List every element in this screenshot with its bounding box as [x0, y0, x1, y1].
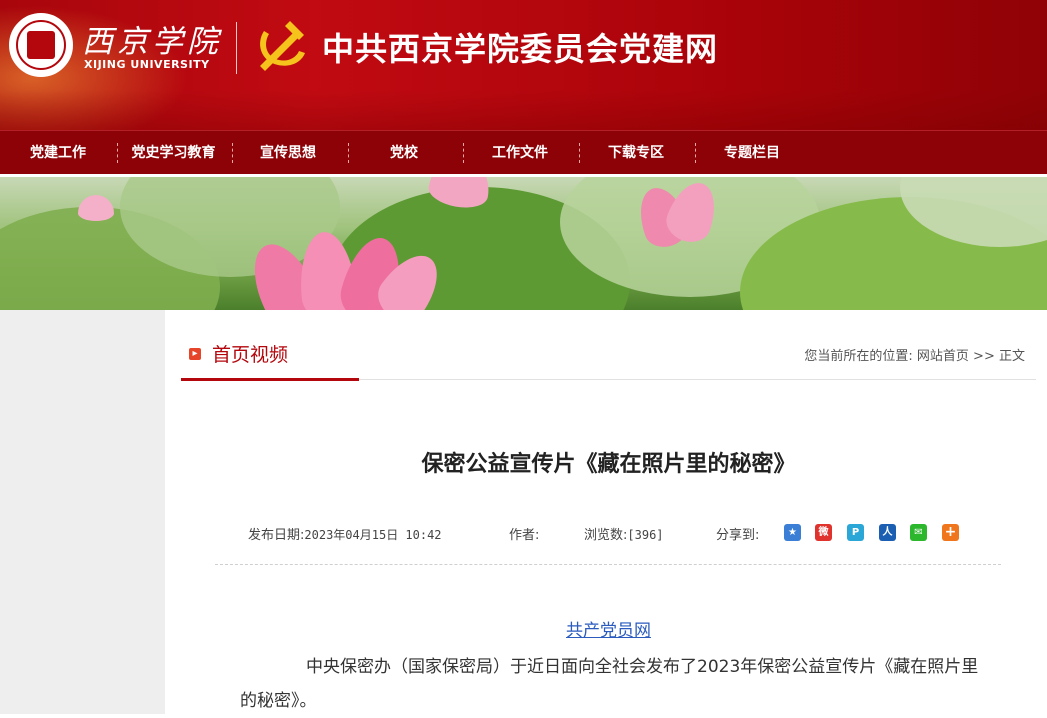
nav-item-party-building[interactable]: 党建工作	[18, 131, 98, 175]
nav-item-party-school[interactable]: 党校	[364, 131, 444, 175]
school-name-cn: 西京学院	[82, 24, 222, 60]
breadcrumb: 您当前所在的位置: 网站首页 >> 正文	[804, 345, 1025, 364]
nav-item-propaganda[interactable]: 宣传思想	[245, 131, 331, 175]
author-label: 作者:	[509, 528, 540, 543]
section-header: ▸ 首页视频 您当前所在的位置: 网站首页 >> 正文	[181, 338, 1036, 382]
qzone-share-icon[interactable]: ★	[784, 524, 801, 541]
header-divider	[236, 22, 237, 74]
weibo-share-icon[interactable]: 微	[815, 524, 832, 541]
views-label: 浏览数:	[584, 528, 628, 543]
breadcrumb-prefix: 您当前所在的位置:	[804, 349, 913, 364]
school-name-en: XIJING UNIVERSITY	[84, 58, 210, 71]
wechat-share-icon[interactable]: ✉	[910, 524, 927, 541]
site-header: 西京学院 XIJING UNIVERSITY 中共西京学院委员会党建网	[0, 0, 1047, 130]
nav-item-downloads[interactable]: 下载专区	[595, 131, 677, 175]
school-seal-logo[interactable]	[9, 13, 73, 77]
section-underline	[181, 378, 359, 381]
article-paragraph: 中央保密办（国家保密局）于近日面向全社会发布了2023年保密公益宣传片《藏在照片…	[240, 657, 979, 711]
meta-divider	[215, 564, 1001, 565]
views-value: [396]	[627, 528, 664, 542]
nav-item-special-topics[interactable]: 专题栏目	[711, 131, 793, 175]
date-label: 发布日期:	[248, 528, 305, 543]
article-title: 保密公益宣传片《藏在照片里的秘密》	[421, 452, 796, 477]
lotus-banner-image	[0, 177, 1047, 310]
site-title[interactable]: 中共西京学院委员会党建网	[322, 24, 718, 70]
section-title[interactable]: 首页视频	[212, 340, 288, 367]
hammer-sickle-icon	[260, 21, 305, 71]
publish-date: 发布日期:2023年04月15日 10:42	[248, 524, 442, 543]
tencent-weibo-share-icon[interactable]: P	[847, 524, 864, 541]
main-nav: 党建工作 党史学习教育 宣传思想 党校 工作文件 下载专区 专题栏目	[0, 130, 1047, 175]
share-label: 分享到:	[716, 528, 760, 543]
breadcrumb-current: 正文	[998, 349, 1025, 364]
arrow-right-square-icon: ▸	[189, 348, 201, 360]
source-link[interactable]: 共产党员网	[181, 616, 1036, 641]
nav-item-work-documents[interactable]: 工作文件	[479, 131, 561, 175]
breadcrumb-separator: >>	[973, 349, 995, 364]
more-share-icon[interactable]: +	[942, 524, 959, 541]
breadcrumb-home-link[interactable]: 网站首页	[917, 349, 969, 364]
renren-share-icon[interactable]: 人	[879, 524, 896, 541]
date-value: 2023年04月15日 10:42	[304, 528, 442, 542]
left-sidebar	[0, 310, 165, 714]
nav-item-party-history[interactable]: 党史学习教育	[121, 131, 226, 175]
view-count: 浏览数:[396]	[584, 524, 664, 543]
